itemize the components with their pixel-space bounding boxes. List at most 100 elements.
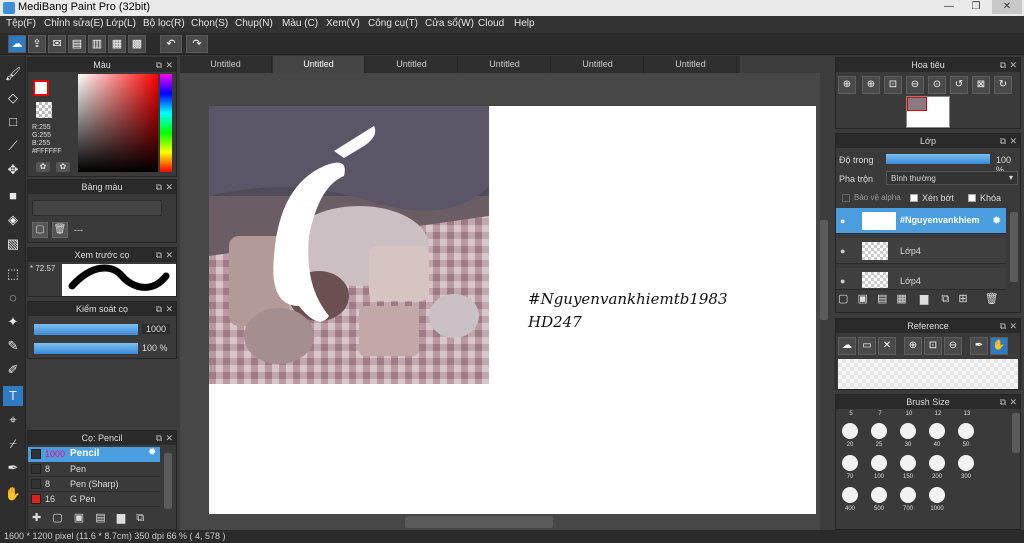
brush-item-pen[interactable]: 8 Pen [28, 462, 160, 477]
rotate-reset-icon[interactable]: ⊠ [972, 76, 990, 94]
operation-tool-icon[interactable]: ⌖ [3, 410, 23, 430]
close-icon[interactable]: ✕ [165, 248, 173, 262]
layer-row[interactable]: ● Lớp4 [836, 238, 1006, 264]
brush-size-option[interactable] [929, 455, 945, 471]
canvas-v-scrollbar[interactable] [820, 220, 828, 320]
float-icon[interactable]: ⧉ [1000, 58, 1006, 72]
brush-size-option[interactable] [842, 455, 858, 471]
float-icon[interactable]: ⧉ [156, 248, 162, 262]
brush-item-g-pen[interactable]: 16 G Pen [28, 492, 160, 507]
brush-size-option[interactable] [958, 455, 974, 471]
brush-size-option[interactable] [929, 487, 945, 503]
cloud-upload-icon[interactable]: ☁ [838, 337, 856, 355]
canvas-text-2[interactable]: HD247 [528, 313, 582, 331]
brush-size-slider[interactable] [34, 324, 138, 335]
brush-copy-icon[interactable]: ⧉ [136, 512, 144, 524]
brush-opacity-slider[interactable] [34, 343, 138, 354]
menu-color[interactable]: Màu (C) [282, 18, 318, 29]
menu-window[interactable]: Cửa sổ(W) [425, 18, 474, 29]
navigator-thumbnail[interactable] [906, 96, 950, 128]
background-color-swatch[interactable] [36, 102, 52, 118]
eyedropper-tool-icon[interactable]: ✒ [3, 458, 23, 478]
menu-edit[interactable]: Chỉnh sửa(E) [44, 18, 104, 29]
menu-cloud[interactable]: Cloud [478, 18, 504, 29]
close-icon[interactable]: ✕ [878, 337, 896, 355]
menu-help[interactable]: Help [514, 18, 535, 29]
brush-size-option[interactable] [958, 423, 974, 439]
fit-window-icon[interactable]: ⊡ [884, 76, 902, 94]
zoom-out-icon[interactable]: ⊖ [906, 76, 924, 94]
close-icon[interactable]: ✕ [165, 302, 173, 316]
move-tool-icon[interactable]: ✥ [3, 160, 23, 180]
page-icon[interactable]: ▤ [68, 35, 86, 53]
close-icon[interactable]: ✕ [1009, 134, 1017, 148]
rotate-right-icon[interactable]: ↻ [994, 76, 1012, 94]
float-icon[interactable]: ⧉ [156, 302, 162, 316]
maximize-button[interactable]: ❐ [963, 0, 989, 14]
actual-size-icon[interactable]: ⊙ [928, 76, 946, 94]
magic-wand-tool-icon[interactable]: ✦ [3, 312, 23, 332]
gear-icon[interactable]: ✹ [148, 447, 156, 458]
document-icon[interactable]: ▥ [88, 35, 106, 53]
rotate-left-icon[interactable]: ↺ [950, 76, 968, 94]
minimize-button[interactable]: — [936, 0, 962, 14]
add-layer-menu-icon[interactable]: ▦ [896, 293, 906, 305]
tab-untitled-1[interactable]: Untitled [180, 56, 272, 73]
select-pen-tool-icon[interactable]: ✎ [3, 336, 23, 356]
select-eraser-tool-icon[interactable]: ✐ [3, 360, 23, 380]
new-halftone-layer-icon[interactable]: ▣ [857, 293, 867, 305]
menu-tools[interactable]: Công cụ(T) [368, 18, 418, 29]
redo-icon[interactable]: ↷ [186, 35, 208, 53]
float-icon[interactable]: ⧉ [1000, 319, 1006, 333]
dropper-tool-icon[interactable]: ⌿ [3, 434, 23, 454]
open-folder-icon[interactable]: ▭ [858, 337, 876, 355]
text-tool-icon[interactable]: T [3, 386, 23, 406]
foreground-color-swatch[interactable] [33, 80, 49, 96]
delete-layer-icon[interactable]: 🗑 [985, 293, 999, 305]
brush-size-option[interactable] [900, 455, 916, 471]
lasso-tool-icon[interactable]: ◌ [3, 288, 23, 308]
grid-view-icon[interactable]: ▦ [108, 35, 126, 53]
tab-untitled-4[interactable]: Untitled [459, 56, 551, 73]
brush-settings-icon[interactable]: ▤ [95, 512, 105, 524]
float-icon[interactable]: ⧉ [1000, 395, 1006, 409]
zoom-out-icon[interactable]: ⊖ [944, 337, 962, 355]
delete-palette-icon[interactable]: 🗑 [52, 222, 68, 238]
saturation-picker[interactable] [78, 74, 158, 172]
layer-row-active[interactable]: ● #Nguyenvankhiem ✹ [836, 208, 1006, 234]
brush-size-value[interactable]: 1000 [142, 324, 170, 334]
brush-size-option[interactable] [871, 423, 887, 439]
tiles-icon[interactable]: ▩ [128, 35, 146, 53]
new-brush-icon[interactable]: ▢ [52, 512, 62, 524]
undo-icon[interactable]: ↶ [160, 35, 182, 53]
float-icon[interactable]: ⧉ [156, 58, 162, 72]
menu-layer[interactable]: Lớp(L) [106, 18, 136, 29]
add-brush-icon[interactable]: ✚ [32, 512, 41, 524]
hand-tool-icon[interactable]: ✋ [3, 484, 23, 504]
merge-layer-icon[interactable]: ⊞ [958, 293, 967, 305]
eraser-tool-icon[interactable]: ◇ [3, 88, 23, 108]
brush-tool-icon[interactable]: 🖌 [3, 64, 23, 84]
zoom-in-icon[interactable]: ⊕ [862, 76, 880, 94]
brush-size-option[interactable] [842, 423, 858, 439]
brush-size-option[interactable] [871, 455, 887, 471]
blend-mode-select[interactable]: Bình thường ▾ [886, 171, 1018, 185]
menu-select[interactable]: Chọn(S) [191, 18, 228, 29]
close-icon[interactable]: ✕ [165, 431, 173, 445]
close-icon[interactable]: ✕ [165, 180, 173, 194]
hand-icon[interactable]: ✋ [990, 337, 1008, 355]
close-icon[interactable]: ✕ [165, 58, 173, 72]
brush-list-scrollbar[interactable] [164, 453, 172, 509]
menu-filter[interactable]: Bộ lọc(R) [143, 18, 185, 29]
new-layer-icon[interactable]: ▢ [838, 293, 848, 305]
zoom-fit-icon[interactable]: ⊕ [838, 76, 856, 94]
eyedropper-icon[interactable]: ✒ [970, 337, 988, 355]
close-button[interactable]: ✕ [992, 0, 1022, 14]
brush-item-pencil[interactable]: 1000 Pencil ✹ [28, 447, 160, 462]
close-icon[interactable]: ✕ [1009, 319, 1017, 333]
cloud-icon[interactable]: ☁ [8, 35, 26, 53]
tab-untitled-2[interactable]: Untitled [273, 56, 365, 73]
line-tool-icon[interactable]: ⟋ [3, 136, 23, 156]
gear-icon[interactable]: ✹ [992, 214, 1001, 227]
brush-size-option[interactable] [871, 487, 887, 503]
